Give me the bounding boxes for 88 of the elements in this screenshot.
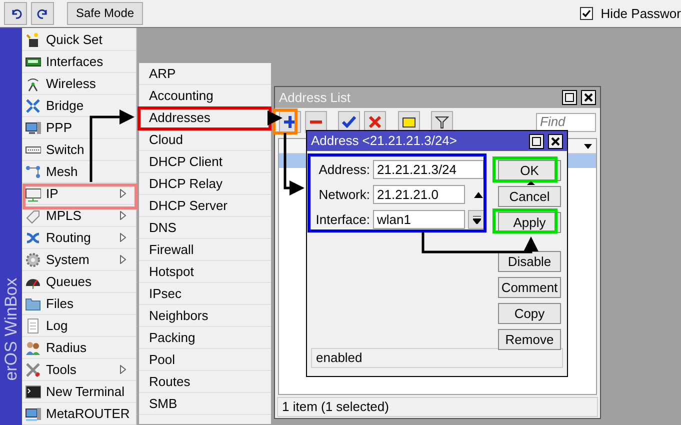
column-dropdown-icon[interactable]	[584, 144, 592, 148]
enable-icon	[342, 115, 356, 129]
submenu-item[interactable]: DHCP Client	[139, 151, 271, 173]
submenu-item[interactable]: IPsec	[139, 283, 271, 305]
people-icon	[25, 340, 41, 356]
highlight-frame	[492, 208, 558, 234]
maximize-button[interactable]	[562, 90, 577, 105]
submenu-item[interactable]: Addresses	[139, 107, 271, 129]
submenu-item[interactable]: Pool	[139, 349, 271, 371]
arrow	[527, 181, 535, 185]
arrow	[284, 133, 304, 196]
dialog-button[interactable]: Remove	[498, 329, 561, 350]
submenu-item[interactable]: Routes	[139, 371, 271, 393]
gear-icon	[25, 252, 41, 268]
menu-item[interactable]: MPLS	[22, 205, 136, 227]
safe-mode-button[interactable]: Safe Mode	[67, 2, 144, 25]
arrows-icon	[25, 98, 41, 114]
field-label: Network:	[318, 186, 370, 204]
arrow	[268, 110, 282, 126]
input-field[interactable]: 21.21.21.0	[373, 185, 465, 204]
computer-icon	[25, 120, 41, 136]
collapse-arrow-icon[interactable]	[474, 192, 483, 198]
input-field[interactable]: 21.21.21.3/24	[373, 160, 484, 179]
menu-item[interactable]: Quick Set	[22, 29, 136, 51]
dialog-button[interactable]: Comment	[498, 277, 561, 298]
submenu-item[interactable]: Cloud	[139, 129, 271, 151]
submenu-item[interactable]: SMB	[139, 393, 271, 415]
checkbox-label: Hide Passwor	[600, 4, 681, 23]
nodes-icon	[25, 164, 41, 180]
disable-icon	[368, 115, 382, 129]
submenu-item[interactable]: Accounting	[139, 85, 271, 107]
menu-item[interactable]: Files	[22, 293, 136, 315]
menu-item[interactable]: PPP	[22, 117, 136, 139]
menu-item[interactable]: Routing	[22, 227, 136, 249]
submenu-item[interactable]: Packing	[139, 327, 271, 349]
menu-item[interactable]: Queues	[22, 271, 136, 293]
tools-icon	[25, 362, 41, 378]
window-title: Address List	[279, 88, 351, 107]
menu-item[interactable]: Tools	[22, 359, 136, 381]
close-button[interactable]	[581, 90, 596, 105]
menu-item[interactable]: Log	[22, 315, 136, 337]
undo-button[interactable]	[4, 2, 27, 25]
redo-button[interactable]	[31, 2, 54, 25]
tags-icon	[25, 208, 41, 224]
highlight-frame	[492, 156, 558, 182]
comment-icon	[402, 115, 416, 129]
field-label: Interface:	[315, 210, 370, 229]
submenu-item[interactable]: DHCP Relay	[139, 173, 271, 195]
field-label: Address:	[318, 160, 370, 179]
submenu-item[interactable]: ARP	[139, 63, 271, 85]
terminal-icon	[25, 384, 41, 400]
undo-icon	[10, 8, 22, 19]
input-field[interactable]: wlan1	[373, 210, 465, 229]
status-bar: enabled	[311, 348, 563, 368]
find-field[interactable]: Find	[536, 112, 596, 132]
submenu-item[interactable]: DNS	[139, 217, 271, 239]
submenu-item[interactable]: Hotspot	[139, 261, 271, 283]
dialog-button[interactable]: Copy	[498, 303, 561, 324]
checkbox[interactable]	[580, 7, 593, 20]
menu-item[interactable]: Mesh	[22, 161, 136, 183]
menu-item[interactable]: MetaROUTER	[22, 403, 136, 425]
folder-icon	[25, 296, 41, 312]
dialog-title: Address <21.21.21.3/24>	[311, 132, 458, 150]
close-button[interactable]	[548, 134, 563, 148]
submenu-item[interactable]: DHCP Server	[139, 195, 271, 217]
dialog-button[interactable]: OK	[498, 160, 561, 181]
menu-item[interactable]: New Terminal	[22, 381, 136, 403]
menu-item[interactable]: IP	[22, 183, 136, 205]
submenu-item[interactable]: Neighbors	[139, 305, 271, 327]
status-bar: 1 item (1 selected)	[277, 397, 598, 417]
dialog-button[interactable]: Cancel	[498, 186, 561, 207]
computer-icon	[25, 406, 41, 422]
dropdown-arrow-icon	[473, 216, 481, 224]
maximize-button[interactable]	[529, 134, 544, 148]
redo-icon	[36, 8, 48, 19]
add-icon	[283, 115, 297, 129]
brand-text: erOS WinBox	[0, 277, 22, 382]
document-icon	[25, 318, 41, 334]
menu-item[interactable]: System	[22, 249, 136, 271]
menu-item[interactable]: Switch	[22, 139, 136, 161]
menu-item[interactable]: Bridge	[22, 95, 136, 117]
antenna-icon	[25, 76, 41, 92]
submenu-item[interactable]: Firewall	[139, 239, 271, 261]
menu-item[interactable]: Interfaces	[22, 51, 136, 73]
menu-item[interactable]: Radius	[22, 337, 136, 359]
menu-item[interactable]: Wireless	[22, 73, 136, 95]
wand-icon	[25, 32, 41, 48]
dialog-button[interactable]: Disable	[498, 251, 561, 272]
